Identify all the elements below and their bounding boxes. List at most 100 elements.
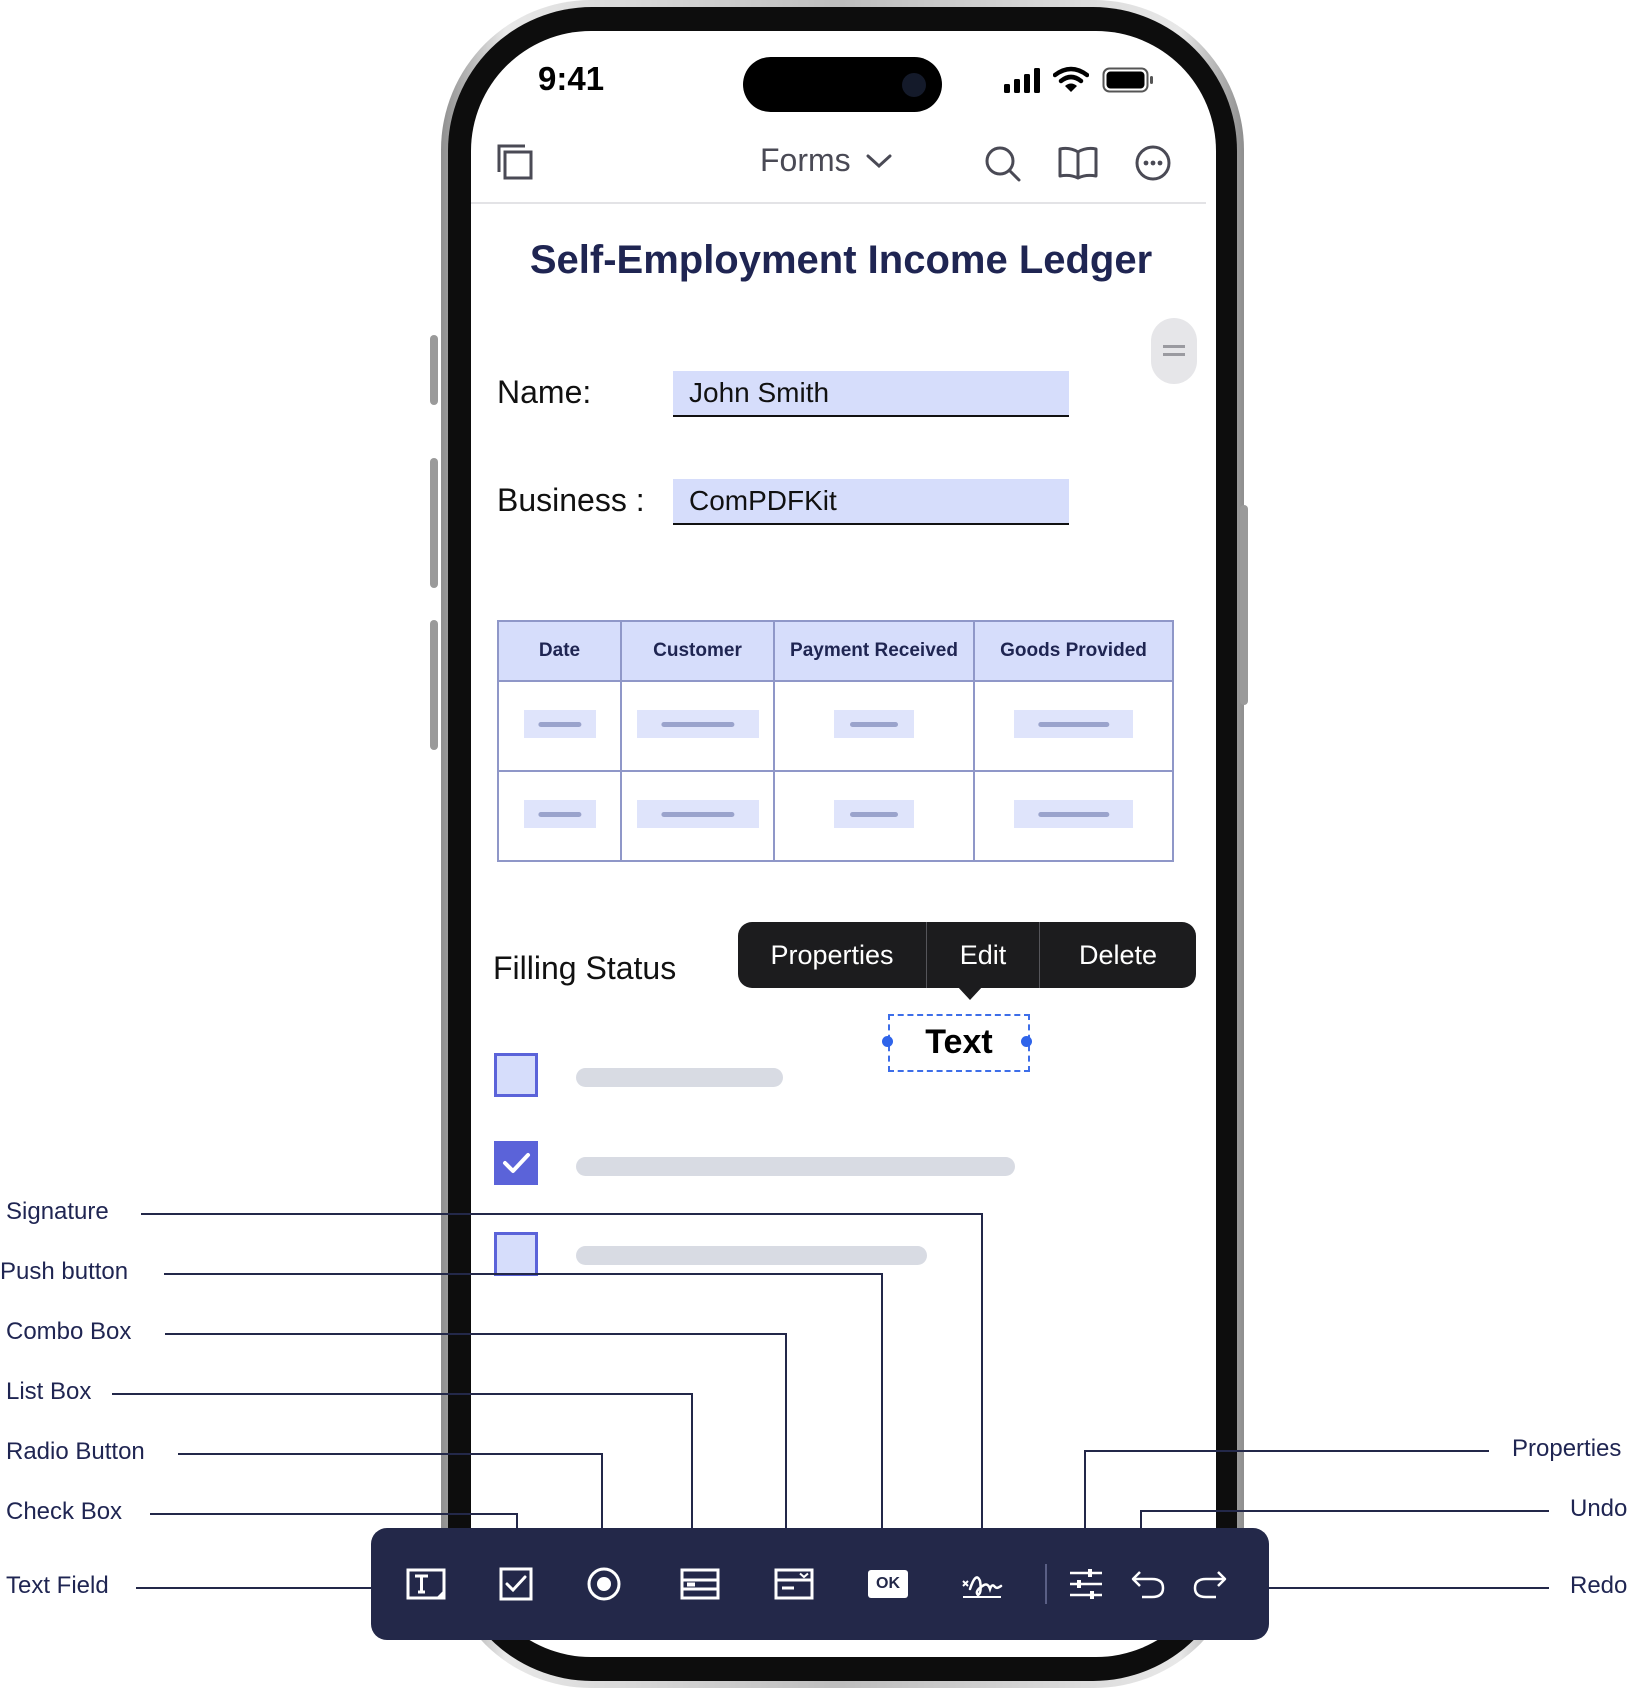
callout-redo: Redo	[1570, 1572, 1628, 1599]
checkbox-2-label-placeholder	[576, 1157, 1015, 1176]
push-button-icon: OK	[868, 1570, 908, 1598]
callout-combo-box: Combo Box	[6, 1318, 132, 1345]
radio-button-tool[interactable]	[578, 1558, 630, 1610]
callout-line	[785, 1333, 787, 1528]
callout-list-box: List Box	[6, 1378, 92, 1405]
scroll-handle[interactable]	[1151, 318, 1197, 384]
document-title: Self-Employment Income Ledger	[529, 238, 1153, 282]
redo-tool[interactable]	[1184, 1558, 1236, 1610]
menu-delete[interactable]: Delete	[1040, 922, 1196, 988]
callout-line	[516, 1513, 518, 1528]
context-menu: Properties Edit Delete	[738, 922, 1196, 988]
name-value: John Smith	[689, 377, 830, 408]
table-cell[interactable]	[620, 770, 775, 862]
callout-line	[1140, 1510, 1549, 1512]
menu-pointer	[957, 986, 983, 1000]
callout-line	[601, 1453, 603, 1528]
table-cell[interactable]	[973, 770, 1174, 862]
name-text-field[interactable]: John Smith	[673, 371, 1069, 417]
callout-signature: Signature	[6, 1198, 109, 1225]
ledger-table: Date Customer Payment Received Goods Pro…	[497, 620, 1174, 862]
callout-radio-button: Radio Button	[6, 1438, 145, 1465]
combo-box-tool[interactable]	[768, 1558, 820, 1610]
callout-line	[164, 1273, 883, 1275]
header-customer: Customer	[620, 620, 775, 682]
callout-line	[165, 1333, 787, 1335]
callout-check-box: Check Box	[6, 1498, 123, 1525]
callout-line	[112, 1393, 693, 1395]
resize-handle-left[interactable]	[882, 1036, 893, 1047]
checkbox-1-label-placeholder	[576, 1068, 783, 1087]
business-value: ComPDFKit	[689, 485, 837, 516]
toolbar-divider	[1045, 1564, 1047, 1604]
checkbox-2[interactable]	[494, 1141, 538, 1185]
callout-line	[136, 1587, 371, 1589]
header-goods-provided: Goods Provided	[973, 620, 1174, 682]
callout-line	[691, 1393, 693, 1528]
redo-icon	[1193, 1571, 1227, 1599]
callout-undo: Undo	[1570, 1495, 1628, 1522]
table-cell[interactable]	[973, 680, 1174, 772]
phone-volume-up-button	[430, 458, 438, 588]
callout-line	[1084, 1450, 1489, 1452]
callout-line	[141, 1213, 983, 1215]
menu-edit[interactable]: Edit	[927, 922, 1039, 988]
radio-button-icon	[587, 1567, 621, 1601]
business-text-field[interactable]: ComPDFKit	[673, 479, 1069, 525]
checkbox-3[interactable]	[494, 1232, 538, 1276]
callout-line	[1140, 1510, 1142, 1528]
nav-title: Forms	[760, 142, 851, 178]
text-field-tool[interactable]	[400, 1558, 452, 1610]
phone-power-button	[1240, 505, 1248, 705]
thumbnails-icon[interactable]	[497, 144, 533, 180]
undo-tool[interactable]	[1122, 1558, 1174, 1610]
table-cell[interactable]	[620, 680, 775, 772]
check-box-icon	[499, 1567, 533, 1601]
business-label: Business :	[497, 482, 645, 518]
table-cell[interactable]	[497, 770, 622, 862]
selected-text-widget[interactable]: Text	[888, 1014, 1030, 1072]
header-payment-received: Payment Received	[773, 620, 975, 682]
header-date: Date	[497, 620, 622, 682]
filling-status-label: Filling Status	[493, 950, 677, 986]
chevron-down-icon	[866, 154, 892, 168]
search-icon[interactable]	[984, 145, 1022, 183]
properties-sliders-icon	[1070, 1569, 1102, 1599]
callout-line	[1269, 1587, 1549, 1589]
push-button-icon-text: OK	[876, 1575, 900, 1592]
callout-line	[981, 1213, 983, 1528]
cellular-signal-icon	[1004, 68, 1040, 93]
resize-handle-right[interactable]	[1021, 1036, 1032, 1047]
more-options-icon[interactable]	[1134, 144, 1172, 182]
front-camera	[902, 73, 926, 97]
forms-mode-dropdown[interactable]: Forms	[760, 142, 893, 179]
check-box-tool[interactable]	[490, 1558, 542, 1610]
callout-line	[1084, 1450, 1086, 1528]
table-row	[497, 770, 1174, 862]
callout-properties: Properties	[1512, 1435, 1622, 1462]
menu-properties[interactable]: Properties	[738, 922, 926, 988]
list-box-tool[interactable]	[674, 1558, 726, 1610]
wifi-icon	[1053, 66, 1089, 92]
status-time: 9:41	[538, 60, 605, 97]
phone-volume-down-button	[430, 620, 438, 750]
properties-tool[interactable]	[1060, 1558, 1112, 1610]
push-button-tool[interactable]: OK	[862, 1558, 914, 1610]
undo-icon	[1131, 1571, 1165, 1599]
checkbox-1[interactable]	[494, 1053, 538, 1097]
table-cell[interactable]	[773, 770, 975, 862]
callout-text-field: Text Field	[6, 1572, 109, 1599]
table-header-row: Date Customer Payment Received Goods Pro…	[497, 620, 1174, 682]
callout-line	[178, 1453, 603, 1455]
callout-line	[881, 1273, 883, 1528]
text-field-icon	[406, 1568, 446, 1600]
signature-tool[interactable]	[956, 1558, 1008, 1610]
book-icon[interactable]	[1058, 146, 1098, 180]
table-cell[interactable]	[773, 680, 975, 772]
callout-line	[150, 1513, 518, 1515]
signature-icon	[962, 1576, 1003, 1598]
list-box-icon	[680, 1568, 720, 1600]
checkmark-icon	[503, 1153, 530, 1173]
table-cell[interactable]	[497, 680, 622, 772]
table-row	[497, 680, 1174, 772]
